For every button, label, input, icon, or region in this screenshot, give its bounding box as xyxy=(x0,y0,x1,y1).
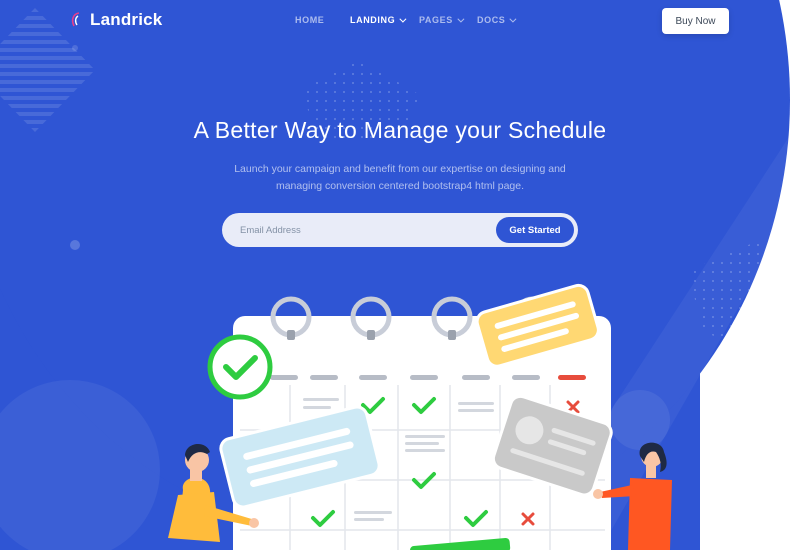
chevron-down-icon xyxy=(457,15,465,23)
brand-name: Landrick xyxy=(90,10,163,29)
nav-item-home-label: HOME xyxy=(295,15,325,25)
nav-item-home[interactable]: HOME xyxy=(295,15,350,25)
logo-icon xyxy=(71,12,80,27)
nav-item-landing-label: LANDING xyxy=(350,15,396,25)
hero-subtitle-line-1: Launch your campaign and benefit from ou… xyxy=(234,163,566,175)
hero-subtitle-line-2: managing conversion centered bootstrap4 … xyxy=(275,180,525,192)
nav-item-pages[interactable]: PAGES xyxy=(419,15,477,25)
main-menu: HOME LANDING PAGES DOCS xyxy=(295,15,527,25)
check-badge xyxy=(207,334,273,400)
nav-item-pages-label: PAGES xyxy=(419,15,453,25)
nav-item-landing[interactable]: LANDING xyxy=(350,15,419,25)
page: Landrick HOME LANDING PAGES DOCS Buy Now… xyxy=(0,0,800,550)
calendar-day-headers xyxy=(270,375,586,380)
schedule-illustration xyxy=(168,283,672,550)
hero-title: A Better Way to Manage your Schedule xyxy=(193,117,607,143)
get-started-button[interactable]: Get Started xyxy=(496,217,574,243)
buy-now-button[interactable]: Buy Now xyxy=(662,8,729,34)
email-input[interactable] xyxy=(240,221,490,239)
nav-item-docs[interactable]: DOCS xyxy=(477,15,527,25)
nav-item-docs-label: DOCS xyxy=(477,15,506,25)
navbar: Landrick HOME LANDING PAGES DOCS Buy Now xyxy=(0,0,800,44)
chevron-down-icon xyxy=(399,15,407,23)
hero-subtitle: Launch your campaign and benefit from ou… xyxy=(220,161,580,195)
signup-form: Get Started xyxy=(222,213,578,247)
chevron-down-icon xyxy=(509,15,517,23)
brand-logo[interactable]: Landrick xyxy=(70,10,162,30)
